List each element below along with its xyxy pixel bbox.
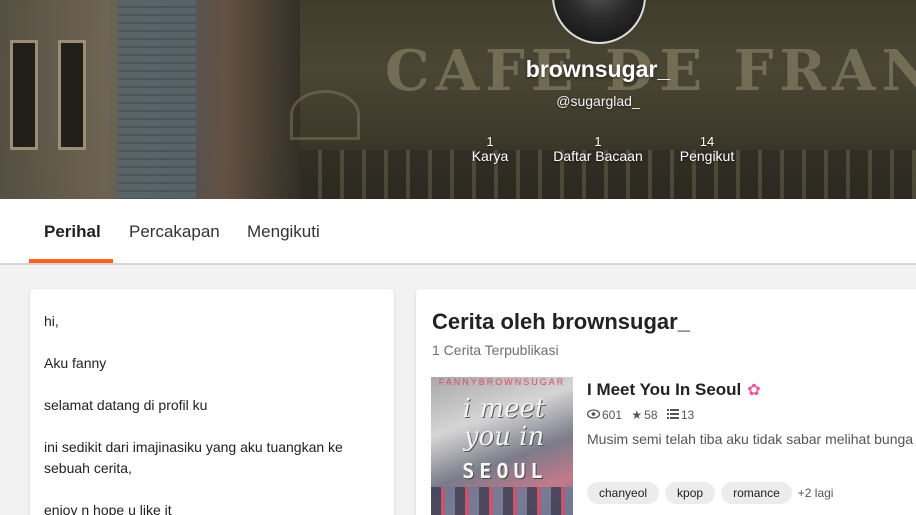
parts-count: 13 xyxy=(666,408,695,422)
stat-works-value: 1 xyxy=(486,134,494,149)
tab-conversations[interactable]: Percakapan xyxy=(129,199,220,263)
story-tags: chanyeol kpop romance +2 lagi xyxy=(587,482,833,504)
about-paragraph: enjoy n hope u like it xyxy=(44,502,172,515)
cover-top-text: FANNYBROWNSUGAR xyxy=(438,377,566,387)
reads-value: 601 xyxy=(602,408,623,422)
votes-count: ★ 58 xyxy=(631,408,657,422)
about-paragraph: selamat datang di profil ku xyxy=(44,397,208,413)
tag-chip[interactable]: chanyeol xyxy=(587,482,660,504)
stat-followers-value: 14 xyxy=(699,134,715,149)
eye-icon xyxy=(586,408,601,422)
list-icon xyxy=(666,408,679,422)
story-cover[interactable]: FANNYBROWNSUGAR i meet you in SEOUL xyxy=(431,377,573,515)
tag-chip[interactable]: romance xyxy=(721,482,792,504)
reads-count: 601 xyxy=(586,408,623,422)
tab-about[interactable]: Perihal xyxy=(44,199,101,263)
story-title: I Meet You In Seoul xyxy=(587,380,742,399)
stat-followers-label: Pengikut xyxy=(679,148,735,164)
stat-works-label: Karya xyxy=(471,148,509,164)
about-paragraph: Aku fanny xyxy=(44,355,107,371)
about-paragraph: hi, xyxy=(44,313,59,329)
stories-heading: Cerita oleh brownsugar_ xyxy=(432,309,690,334)
cover-street-art xyxy=(431,487,573,515)
parts-value: 13 xyxy=(680,408,695,422)
more-tags-link[interactable]: +2 lagi xyxy=(798,486,834,500)
stat-reading-lists[interactable]: 1 Daftar Bacaan xyxy=(543,134,653,164)
stat-works[interactable]: 1 Karya xyxy=(435,134,545,164)
tulip-icon: ✿ xyxy=(747,382,761,399)
votes-value: 58 xyxy=(644,408,658,422)
profile-handle: @sugarglad_ xyxy=(556,93,640,109)
profile-banner: CAFE DE FRAN xyxy=(0,0,916,199)
tab-following[interactable]: Mengikuti xyxy=(247,199,320,263)
about-paragraph: ini sedikit dari imajinasiku yang aku tu… xyxy=(44,439,343,476)
stat-followers[interactable]: 14 Pengikut xyxy=(652,134,762,164)
active-tab-indicator xyxy=(29,259,113,263)
profile-username: brownsugar_ xyxy=(525,56,671,82)
story-description: Musim semi telah tiba aku tidak sabar me… xyxy=(587,431,914,447)
stories-count: 1 Cerita Terpublikasi xyxy=(432,342,559,358)
star-icon: ★ xyxy=(631,408,643,422)
cover-title-text: i meet you in xyxy=(462,394,546,452)
banner-shade xyxy=(0,0,916,199)
stat-reading-lists-value: 1 xyxy=(594,134,602,149)
profile-tabs: Perihal Percakapan Mengikuti xyxy=(0,199,916,265)
cover-city-text: SEOUL xyxy=(462,459,548,483)
story-title-link[interactable]: I Meet You In Seoul ✿ xyxy=(587,380,761,400)
story-meta: 601 ★ 58 13 xyxy=(586,408,700,422)
about-card: hi, Aku fanny selamat datang di profil k… xyxy=(30,289,394,515)
stories-card: Cerita oleh brownsugar_ 1 Cerita Terpubl… xyxy=(416,289,916,515)
tag-chip[interactable]: kpop xyxy=(665,482,716,504)
stat-reading-lists-label: Daftar Bacaan xyxy=(553,148,643,164)
